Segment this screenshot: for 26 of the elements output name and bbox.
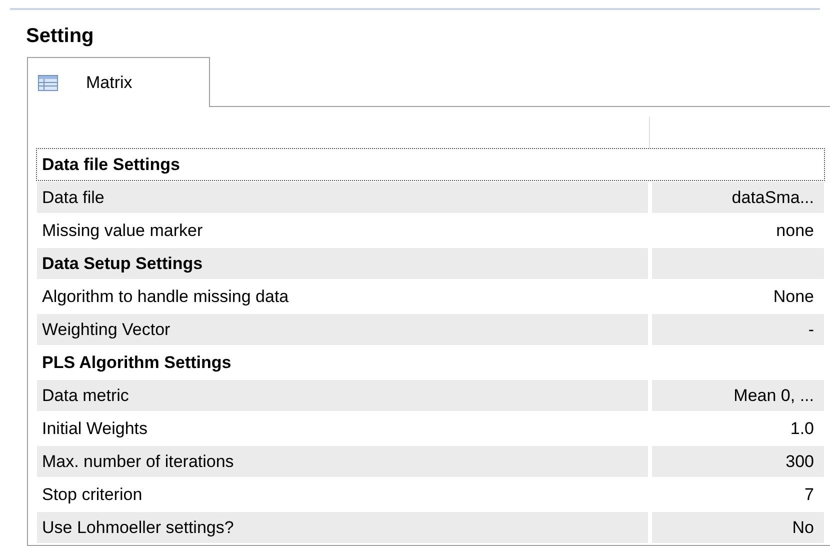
panel-title: Setting — [26, 24, 94, 48]
property-label: Data file — [37, 182, 648, 213]
property-row[interactable]: Stop criterion 7 — [36, 478, 825, 511]
section-header-row[interactable]: Data Setup Settings — [36, 247, 825, 280]
property-value: 300 — [652, 446, 824, 477]
property-value: dataSma... — [652, 182, 824, 213]
section-header-row[interactable]: PLS Algorithm Settings — [36, 346, 825, 379]
property-row[interactable]: Use Lohmoeller settings? No — [36, 511, 825, 544]
property-row[interactable]: Algorithm to handle missing data None — [36, 280, 825, 313]
table-icon — [38, 74, 58, 90]
property-row[interactable]: Data file dataSma... — [36, 181, 825, 214]
property-row[interactable]: Max. number of iterations 300 — [36, 445, 825, 478]
property-label: Max. number of iterations — [37, 446, 648, 477]
section-label: Data Setup Settings — [37, 248, 648, 279]
property-row[interactable]: Initial Weights 1.0 — [36, 412, 825, 445]
property-value: - — [652, 314, 824, 345]
property-label: Weighting Vector — [37, 314, 648, 345]
tab[interactable]: Matrix — [27, 57, 210, 107]
property-value: Mean 0, ... — [652, 380, 824, 411]
section-header-row[interactable]: Data file Settings — [36, 148, 825, 181]
property-label: Data metric — [37, 380, 648, 411]
property-row[interactable]: Data metric Mean 0, ... — [36, 379, 825, 412]
property-row[interactable]: Weighting Vector - — [36, 313, 825, 346]
property-label: Use Lohmoeller settings? — [37, 512, 648, 543]
property-row[interactable]: Missing value marker none — [36, 214, 825, 247]
property-value: No — [652, 512, 824, 543]
